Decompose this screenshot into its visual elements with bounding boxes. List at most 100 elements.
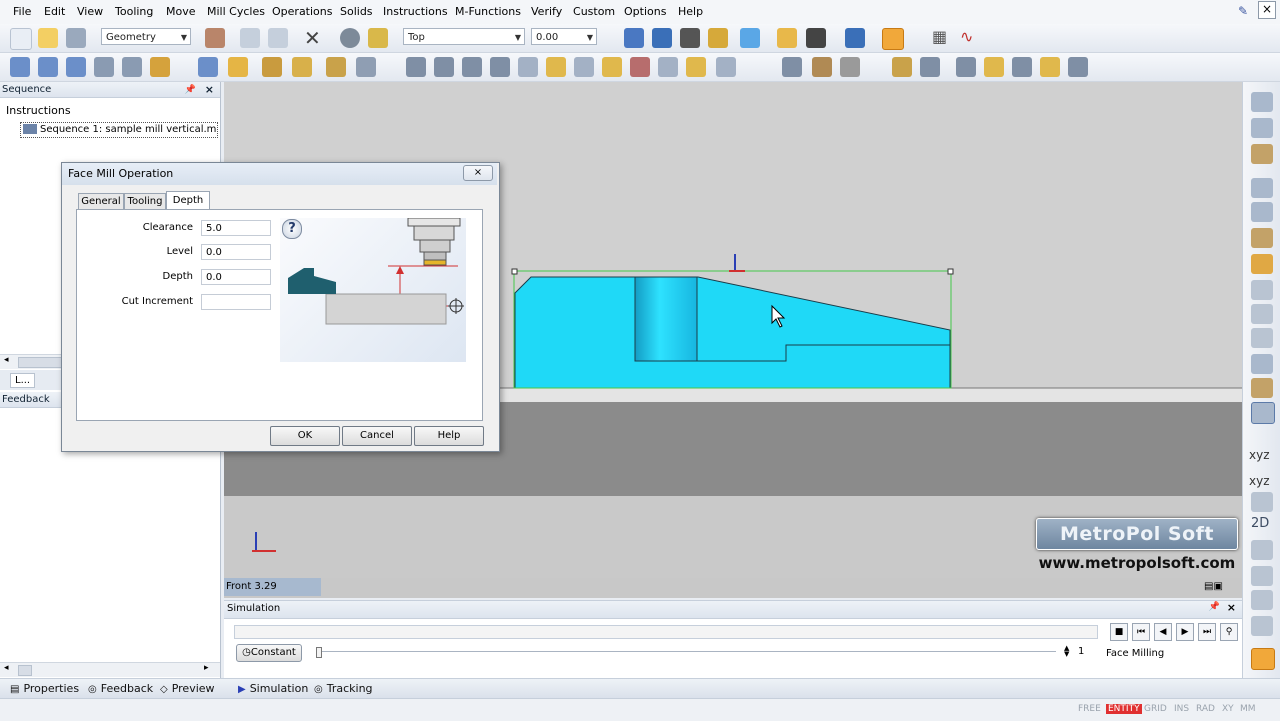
menu-edit[interactable]: Edit (44, 5, 65, 18)
step-spinner[interactable]: ▲ ▼ (1064, 645, 1069, 658)
status-free[interactable]: FREE (1078, 704, 1101, 714)
layer-d-icon[interactable] (1251, 178, 1273, 198)
curve-icon[interactable]: ∿ (960, 27, 973, 46)
xyz-iso-button[interactable]: xyz (1249, 474, 1270, 488)
layer-b-icon[interactable] (1251, 118, 1273, 138)
add-view-icon[interactable] (1251, 648, 1275, 670)
tab-preview[interactable]: ◇ Preview (160, 682, 215, 695)
op-k-icon[interactable] (686, 57, 706, 77)
speed-slider-thumb[interactable] (316, 647, 322, 658)
status-ins[interactable]: INS (1174, 704, 1189, 714)
scrollbar-thumb[interactable] (18, 357, 64, 368)
solid-a-icon[interactable] (782, 57, 802, 77)
selection-handle[interactable] (947, 268, 954, 275)
part-profile[interactable] (514, 276, 951, 389)
op-h-icon[interactable] (602, 57, 622, 77)
layer-a-icon[interactable] (1251, 92, 1273, 112)
menu-options[interactable]: Options (624, 5, 666, 18)
solid-j-icon[interactable] (1068, 57, 1088, 77)
cycle-f-icon[interactable] (356, 57, 376, 77)
menu-instructions[interactable]: Instructions (383, 5, 448, 18)
scrollbar-thumb[interactable] (18, 665, 32, 676)
op-c-icon[interactable] (462, 57, 482, 77)
menu-view[interactable]: View (77, 5, 103, 18)
axis-icon[interactable] (845, 28, 865, 48)
view-select[interactable]: Top ▼ (403, 28, 525, 45)
op-d-icon[interactable] (490, 57, 510, 77)
snap-icon[interactable] (882, 28, 904, 50)
layer-g-icon[interactable] (1251, 254, 1273, 274)
clearance-input[interactable]: 5.0 (201, 220, 271, 236)
layer-e-icon[interactable] (1251, 202, 1273, 222)
solid-b-icon[interactable] (812, 57, 832, 77)
view-e-icon[interactable] (1251, 566, 1273, 586)
step-icon[interactable] (66, 57, 86, 77)
undo-icon[interactable] (240, 28, 260, 48)
fast-forward-button[interactable]: ⏭ (1198, 623, 1216, 641)
pan-icon[interactable] (708, 28, 728, 48)
op-l-icon[interactable] (716, 57, 736, 77)
layer-f-icon[interactable] (1251, 228, 1273, 248)
view-g-icon[interactable] (1251, 616, 1273, 636)
info-icon[interactable] (340, 28, 360, 48)
view-layout-icon[interactable]: ▤▣ (1204, 581, 1223, 592)
layer-i-icon[interactable] (1251, 304, 1273, 324)
tab-depth[interactable]: Depth (166, 191, 210, 211)
new-file-icon[interactable] (10, 28, 32, 50)
cycle-e-icon[interactable] (326, 57, 346, 77)
status-grid[interactable]: GRID (1144, 704, 1167, 714)
move-right-icon[interactable] (38, 57, 58, 77)
mode-select[interactable]: Geometry ▼ (101, 28, 191, 45)
op-f-icon[interactable] (546, 57, 566, 77)
menu-solids[interactable]: Solids (340, 5, 373, 18)
cycle-b-icon[interactable] (228, 57, 248, 77)
zoom-fit-icon[interactable] (652, 28, 672, 48)
tab-tracking[interactable]: ◎ Tracking (314, 682, 373, 695)
solid-i-icon[interactable] (1040, 57, 1060, 77)
layer-c-icon[interactable] (1251, 144, 1273, 164)
tab-simulation[interactable]: ▶ Simulation (238, 682, 308, 695)
op-a-icon[interactable] (406, 57, 426, 77)
speed-slider-track[interactable] (318, 651, 1056, 652)
layer-m-icon[interactable] (1251, 402, 1275, 424)
feedback-scrollbar[interactable]: ◂ ▸ (0, 662, 220, 677)
menu-file[interactable]: File (13, 5, 31, 18)
menu-m-functions[interactable]: M-Functions (455, 5, 521, 18)
xyz-top-button[interactable]: xyz (1249, 448, 1270, 462)
grid-icon[interactable]: ▦ (932, 27, 947, 46)
cycle-a-icon[interactable] (198, 57, 218, 77)
status-entity[interactable]: ENTITY (1106, 704, 1142, 714)
layer-h-icon[interactable] (1251, 280, 1273, 300)
menu-tooling[interactable]: Tooling (115, 5, 153, 18)
view-c-icon[interactable] (1251, 492, 1273, 512)
view-d-icon[interactable] (1251, 540, 1273, 560)
depth-input[interactable]: 0.0 (201, 269, 271, 285)
rotate-icon[interactable] (680, 28, 700, 48)
value-select[interactable]: 0.00 ▼ (531, 28, 597, 45)
solid-h-icon[interactable] (1012, 57, 1032, 77)
menu-operations[interactable]: Operations (272, 5, 333, 18)
status-mm[interactable]: MM (1240, 704, 1256, 714)
op-j-icon[interactable] (658, 57, 678, 77)
op-b-icon[interactable] (434, 57, 454, 77)
stop-button[interactable]: ■ (1110, 623, 1128, 641)
pin-icon[interactable]: 📌 (1209, 602, 1220, 612)
op-i-icon[interactable] (630, 57, 650, 77)
status-xy[interactable]: XY (1222, 704, 1234, 714)
help-pointer-icon[interactable] (368, 28, 388, 48)
solid-e-icon[interactable] (920, 57, 940, 77)
tab-properties[interactable]: ▤ Properties (10, 682, 79, 695)
menu-mill-cycles[interactable]: Mill Cycles (207, 5, 265, 18)
ok-button[interactable]: OK (270, 426, 340, 446)
play-button[interactable]: ▶ (1176, 623, 1194, 641)
op-g-icon[interactable] (574, 57, 594, 77)
menu-move[interactable]: Move (166, 5, 196, 18)
cube-view-icon[interactable] (740, 28, 760, 48)
zoom-icon[interactable]: ⚲ (1220, 623, 1238, 641)
layer-j-icon[interactable] (1251, 328, 1273, 348)
view-2d-button[interactable]: 2D (1251, 516, 1269, 531)
tab-list[interactable]: L... (10, 373, 36, 388)
delete-icon[interactable]: ✕ (304, 26, 321, 50)
selection-handle[interactable] (511, 268, 518, 275)
menu-help[interactable]: Help (678, 5, 703, 18)
